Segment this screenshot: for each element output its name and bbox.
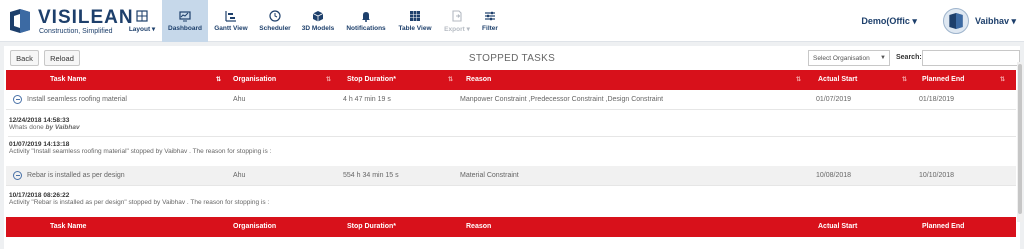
gantt-icon [225,11,236,22]
log-timestamp: 10/17/2018 08:26:22 [9,192,70,199]
stop-duration-cell: 554 h 34 min 15 s [343,172,399,179]
activity-log-entry: 01/07/2019 14:13:18 Activity "Install se… [4,141,1020,155]
toolbar-label: Gantt View [214,25,248,32]
export-icon [452,9,462,22]
toolbar-export-button[interactable]: Export ▾ [440,0,474,42]
footer-actual-start: Actual Start [818,223,858,230]
task-name-cell: Install seamless roofing material [27,96,127,103]
grid-icon [410,11,420,21]
footer-reason: Reason [466,223,492,230]
sort-icon[interactable]: ⇅ [326,76,331,83]
user-area: Demo(Offic ▾ Vaibhav ▾ [861,0,1016,42]
toolbar-label: Dashboard [168,25,202,32]
activity-log-entry: 12/24/2018 14:58:33 Whats done by Vaibha… [4,117,1020,131]
visilean-logo[interactable]: VISILEAN Construction, Simplified [8,6,133,38]
brand-tagline: Construction, Simplified [39,28,113,35]
table-row[interactable]: Rebar is installed as per design Ahu 554… [6,166,1016,186]
toolbar-label: 3D Models [301,25,335,32]
toolbar-table-view-button[interactable]: Table View [394,0,436,42]
column-header-reason[interactable]: Reason [466,76,491,83]
log-author: by Vaibhav [45,124,80,131]
organisation-filter-select[interactable]: Select Organisation ▼ [808,50,890,66]
activity-log-entry: 10/17/2018 08:26:22 Activity "Rebar is i… [4,192,1020,206]
organisation-dropdown[interactable]: Demo(Offic ▾ [861,16,917,27]
column-header-task-name[interactable]: Task Name [50,76,86,83]
log-text: Whats done [9,124,46,131]
toolbar-scheduler-button[interactable]: Scheduler [256,0,294,42]
organisation-filter-placeholder: Select Organisation [813,54,870,62]
toolbar-dashboard-button[interactable]: Dashboard [162,0,208,42]
logo-mark-icon [10,9,30,33]
footer-task-name: Task Name [50,223,87,230]
log-timestamp: 12/24/2018 14:58:33 [9,117,70,124]
table-footer: Task Name Organisation Stop Duration* Re… [6,217,1016,237]
layout-icon [136,9,148,22]
chevron-down-icon: ▼ [880,55,886,61]
toolbar-filter-button[interactable]: Filter [476,0,504,42]
column-header-actual-start[interactable]: Actual Start [818,76,857,83]
top-toolbar: VISILEAN Construction, Simplified Layout… [0,0,1024,42]
toolbar-label: Layout ▾ [128,25,156,33]
avatar[interactable] [942,8,969,34]
search-label: Search: [896,54,922,61]
actual-start-cell: 10/08/2018 [816,172,852,179]
sort-icon[interactable]: ⇅ [448,76,453,83]
vertical-scrollbar[interactable] [1017,62,1023,222]
stop-duration-cell: 4 h 47 min 19 s [343,96,391,103]
table-header: Task Name ⇅ Organisation ⇅ Stop Duration… [6,70,1016,90]
column-header-planned-end[interactable]: Planned End [922,76,964,83]
avatar-logo-icon [949,13,963,29]
toolbar-label: Table View [398,25,432,32]
search-input[interactable] [922,50,1020,66]
toolbar-label: Export ▾ [444,25,470,33]
toolbar-notifications-button[interactable]: Notifications [342,0,390,42]
sort-icon[interactable]: ⇅ [1000,76,1005,83]
footer-organisation: Organisation [233,223,277,230]
footer-stop-duration: Stop Duration* [347,223,396,230]
toolbar-layout-button[interactable]: Layout ▾ [124,0,160,42]
toolbar-label: Scheduler [259,25,291,32]
organisation-cell: Ahu [233,172,246,179]
bell-icon [362,12,370,22]
task-name-cell: Rebar is installed as per design [27,172,125,179]
column-header-stop-duration[interactable]: Stop Duration* [347,76,396,83]
footer-planned-end: Planned End [922,223,965,230]
organisation-cell: Ahu [233,96,246,103]
dashboard-icon [179,11,191,22]
sort-icon[interactable]: ⇅ [902,76,907,83]
actual-start-cell: 01/07/2019 [816,96,852,103]
collapse-icon[interactable] [13,95,22,104]
toolbar-label: Filter [482,25,498,32]
collapse-icon[interactable] [13,171,22,180]
cube-icon [312,11,324,22]
log-text: Activity "Rebar is installed as per desi… [9,199,270,206]
toolbar-3d-models-button[interactable]: 3D Models [298,0,338,42]
brand-name: VISILEAN [38,7,134,28]
scrollbar-thumb[interactable] [1018,64,1022,214]
stopped-tasks-panel: Back Reload STOPPED TASKS Select Organis… [4,46,1020,249]
user-menu[interactable]: Vaibhav ▾ [975,16,1016,27]
filter-icon [485,11,495,21]
sort-icon[interactable]: ⇅ [796,76,801,83]
clock-icon [269,10,281,22]
planned-end-cell: 10/10/2018 [919,172,955,179]
log-timestamp: 01/07/2019 14:13:18 [9,141,70,148]
toolbar-label: Notifications [346,25,386,32]
reason-cell: Material Constraint [460,172,519,179]
column-header-organisation[interactable]: Organisation [233,76,276,83]
planned-end-cell: 01/18/2019 [919,96,955,103]
log-text: Activity "Install seamless roofing mater… [9,148,272,155]
toolbar-gantt-button[interactable]: Gantt View [212,0,250,42]
table-row[interactable]: Install seamless roofing material Ahu 4 … [6,90,1016,110]
reason-cell: Manpower Constraint ,Predecessor Constra… [460,96,664,103]
sort-icon[interactable]: ⇅ [216,76,221,83]
divider [8,136,1016,137]
